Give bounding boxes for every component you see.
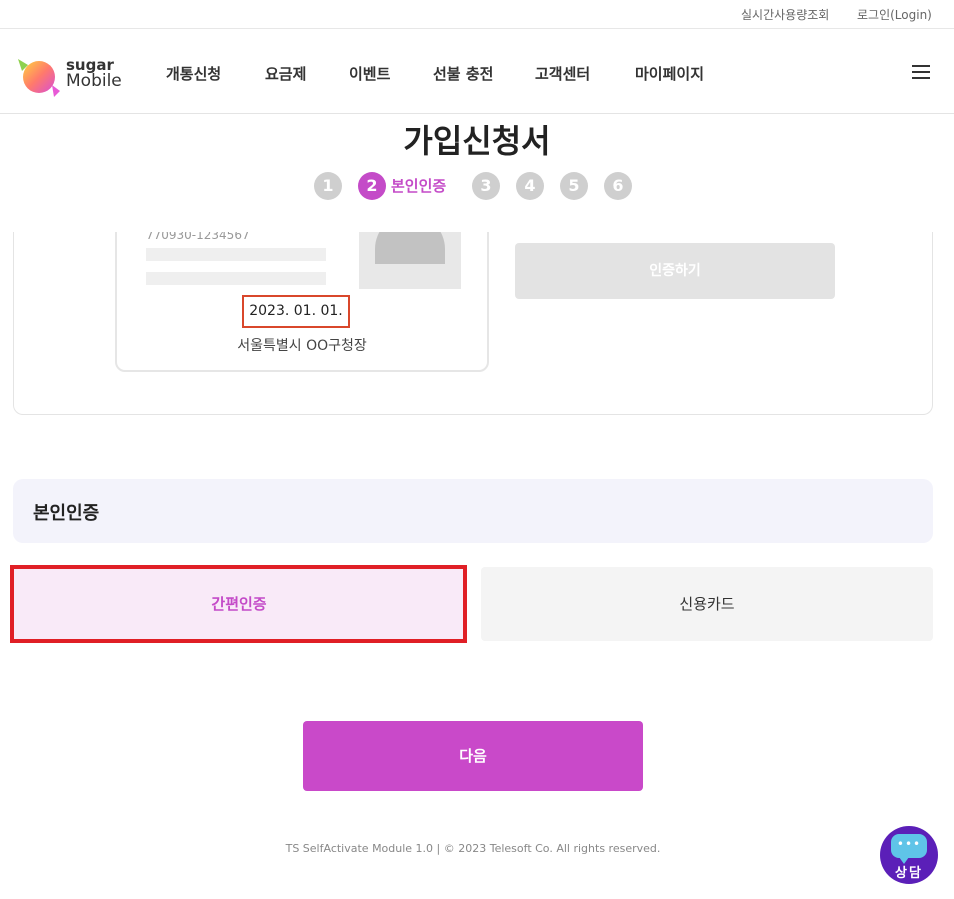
step-6: 6: [604, 172, 632, 200]
nav-item-prepaid-charge[interactable]: 선불 충전: [433, 63, 493, 84]
nav-item-customer-center[interactable]: 고객센터: [535, 63, 590, 84]
id-card-guide-panel: 770930-1234567 2023. 01. 01. 서울특별시 OO구청장…: [13, 232, 933, 415]
login-link[interactable]: 로그인(Login): [857, 6, 932, 23]
auth-section-header: 본인인증: [13, 479, 933, 543]
id-photo: [359, 232, 461, 289]
id-placeholder-line: [146, 248, 326, 261]
chat-consult-button[interactable]: ••• 상담: [880, 826, 938, 884]
simple-auth-option[interactable]: 간편인증: [13, 567, 465, 641]
id-number: 770930-1234567: [146, 232, 250, 242]
step-1: 1: [314, 172, 342, 200]
logo[interactable]: sugar Mobile: [14, 51, 134, 99]
chat-dots: •••: [896, 837, 922, 851]
step-2-active: 2: [358, 172, 386, 200]
auth-section-title: 본인인증: [33, 503, 100, 524]
site-header: sugar Mobile 개통신청 요금제 이벤트 선불 충전 고객센터 마이페…: [0, 28, 954, 114]
logo-candy-icon: [18, 59, 60, 97]
credit-card-option[interactable]: 신용카드: [481, 567, 933, 641]
hamburger-menu-icon[interactable]: [912, 65, 930, 79]
id-card-illustration: 770930-1234567 2023. 01. 01. 서울특별시 OO구청장: [115, 232, 489, 372]
step-5: 5: [560, 172, 588, 200]
id-issuer: 서울특별시 OO구청장: [237, 338, 367, 354]
person-silhouette-icon: [375, 232, 445, 264]
step-4: 4: [516, 172, 544, 200]
logo-line2: Mobile: [66, 71, 122, 91]
step-active-label: 본인인증: [391, 177, 447, 195]
verify-button[interactable]: 인증하기: [515, 243, 835, 299]
chat-bubble-icon: •••: [891, 834, 927, 864]
logo-text: sugar Mobile: [66, 57, 122, 91]
chat-label: 상담: [895, 866, 923, 881]
id-issue-date: 2023. 01. 01.: [242, 295, 350, 328]
step-3: 3: [472, 172, 500, 200]
page-title: 가입신청서: [403, 122, 551, 160]
nav-item-events[interactable]: 이벤트: [349, 63, 390, 84]
footer-copyright: TS SelfActivate Module 1.0 | © 2023 Tele…: [285, 842, 661, 855]
next-button[interactable]: 다음: [303, 721, 643, 791]
nav-item-activation[interactable]: 개통신청: [166, 63, 221, 84]
nav-item-plans[interactable]: 요금제: [265, 63, 306, 84]
step-indicator: 1 2 본인인증 3 4 5 6: [0, 172, 954, 202]
usage-lookup-link[interactable]: 실시간사용량조회: [741, 6, 829, 23]
utility-bar: 실시간사용량조회 로그인(Login): [0, 0, 954, 28]
nav-item-mypage[interactable]: 마이페이지: [635, 63, 704, 84]
id-placeholder-line: [146, 272, 326, 285]
